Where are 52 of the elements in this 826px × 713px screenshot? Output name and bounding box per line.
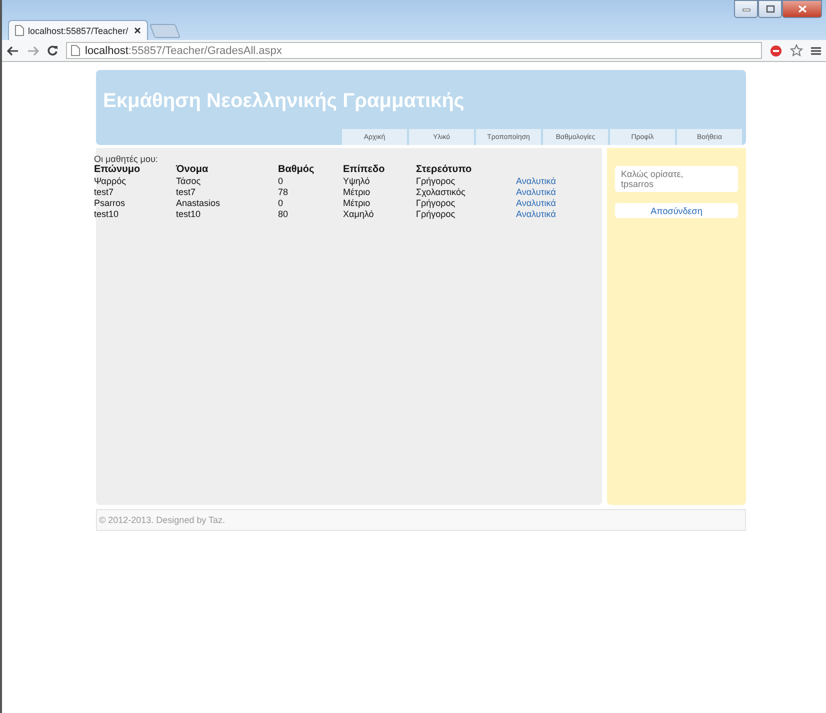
reload-icon[interactable] [47, 45, 58, 56]
table-cell: Μέτριο [343, 198, 370, 208]
table-cell: Τάσος [176, 176, 201, 186]
details-link[interactable]: Αναλυτικά [516, 186, 556, 196]
menu-icon[interactable] [811, 46, 821, 56]
back-icon[interactable] [7, 46, 19, 56]
table-cell: 80 [278, 208, 288, 218]
url-text: localhost:55857/Teacher/GradesAll.aspx [85, 44, 282, 56]
table-cell: Σχολαστικός [416, 186, 466, 196]
page-icon [15, 25, 24, 36]
table-cell: 0 [278, 176, 284, 186]
table-cell: Γρήγορος [416, 198, 456, 208]
table-cell: test7 [176, 186, 196, 196]
column-header: Όνομα [176, 164, 208, 175]
footer-text: © 2012-2013. Designed by Taz. [99, 515, 226, 525]
table-cell: 78 [278, 186, 288, 196]
table-cell: Γρήγορος [416, 208, 456, 218]
column-header: Στερεότυπο [416, 164, 472, 175]
minimize-button[interactable] [734, 0, 758, 18]
welcome-text: Καλώς ορίσατε, [621, 169, 684, 179]
logout-button[interactable]: Αποσύνδεση [615, 203, 738, 218]
table-cell: Χαμηλό [343, 208, 374, 218]
column-header: Επώνυμο [94, 164, 140, 175]
table-cell: 0 [278, 198, 284, 208]
table-cell: Υψηλό [343, 176, 370, 186]
table-cell: Anastasios [176, 198, 220, 208]
details-link[interactable]: Αναλυτικά [516, 208, 556, 218]
column-header: Επίπεδο [343, 164, 385, 175]
browser-tab[interactable]: localhost:55857/Teacher/ [8, 20, 148, 40]
username-text: tpsarros [621, 179, 655, 189]
table-cell: Μέτριο [343, 186, 370, 196]
table-cell: Psarros [94, 198, 126, 208]
table-caption: Οι μαθητές μου: [94, 154, 159, 164]
column-header: Βαθμός [278, 164, 314, 175]
stop-sign-icon[interactable] [770, 44, 782, 56]
site-title: Εκμάθηση Νεοελληνικής Γραμματικής [102, 89, 466, 113]
table-cell: test10 [94, 208, 119, 218]
star-icon[interactable] [790, 44, 803, 57]
close-button[interactable] [782, 0, 822, 18]
details-link[interactable]: Αναλυτικά [516, 198, 556, 208]
table-cell: Ψαρρός [94, 176, 126, 186]
page-icon [71, 45, 80, 56]
minimize-icon [742, 6, 750, 12]
maximize-icon [766, 5, 774, 13]
address-bar[interactable]: localhost:55857/Teacher/GradesAll.aspx [66, 42, 762, 59]
table-cell: test7 [94, 186, 114, 196]
details-link[interactable]: Αναλυτικά [516, 176, 556, 186]
maximize-button[interactable] [758, 0, 782, 18]
table-cell: Γρήγορος [416, 176, 456, 186]
table-cell: test10 [176, 208, 201, 218]
close-icon[interactable] [134, 27, 141, 34]
close-icon [798, 5, 806, 13]
